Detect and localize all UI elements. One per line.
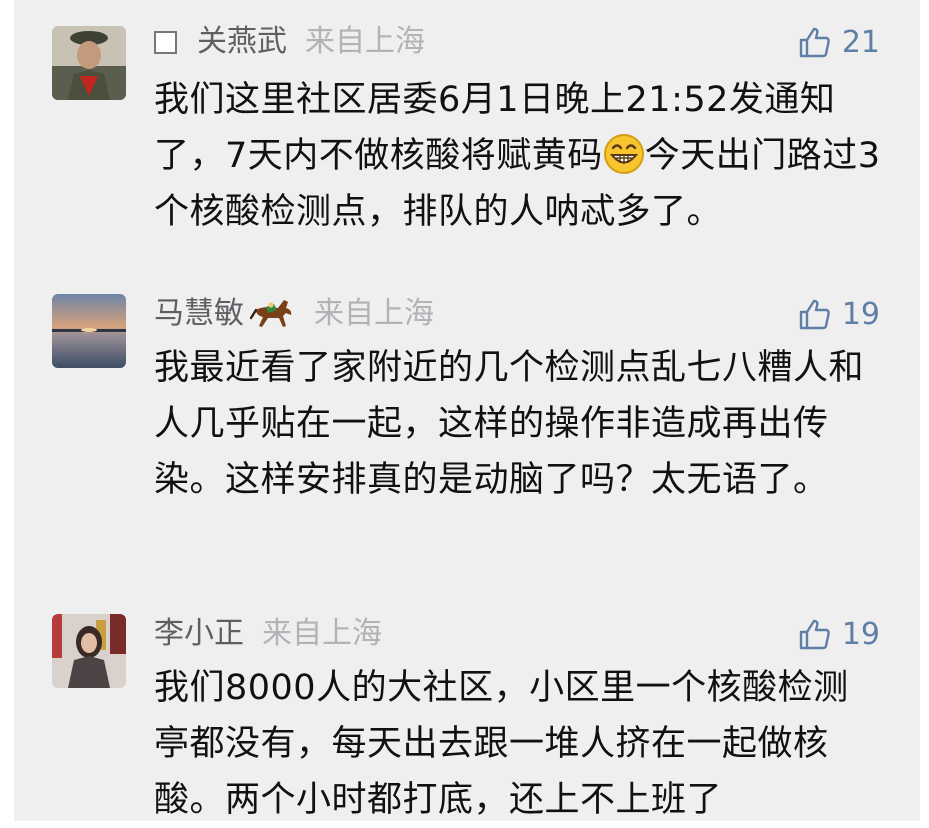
- author-location: 来自上海: [305, 24, 425, 59]
- horse-emoji: [250, 300, 292, 327]
- author-location: 来自上海: [262, 616, 382, 651]
- like-count: 19: [841, 296, 880, 332]
- comment-text: 我们这里社区居委6月1日晚上21:52发通知了，7天内不做核酸将赋黄码 今天出门…: [154, 80, 881, 232]
- author-name[interactable]: 马慧敏: [154, 294, 244, 334]
- comment-text: 我最近看了家附近的几个检测点乱七八糟人和人几乎贴在一起，这样的操作非造成再出传染…: [154, 348, 865, 500]
- like-count: 21: [841, 24, 880, 60]
- comment-text: 我们8000人的大社区，小区里一个核酸检测亭都没有，每天出去跟一堆人挤在一起做核…: [154, 668, 849, 820]
- comment-meta: 马慧敏 来自上海: [154, 294, 434, 334]
- author-location: 来自上海: [314, 296, 434, 331]
- like-button[interactable]: 21: [798, 22, 880, 62]
- avatar[interactable]: [52, 614, 126, 688]
- comment-meta: 关燕武 来自上海: [154, 22, 425, 62]
- author-name[interactable]: 关燕武: [197, 22, 287, 62]
- thumbs-up-icon: [799, 299, 830, 330]
- avatar[interactable]: [52, 26, 126, 100]
- like-button[interactable]: 19: [798, 294, 880, 334]
- avatar[interactable]: [52, 294, 126, 368]
- comment-meta: 李小正 来自上海: [154, 614, 382, 654]
- thumbs-up-icon: [799, 619, 830, 650]
- thumbs-up-icon: [799, 27, 830, 58]
- author-name[interactable]: 李小正: [154, 614, 244, 654]
- comment-list: 关燕武 来自上海 21 我们这里社区居委6月1日晚上21:52发通知了，7天内不…: [14, 0, 920, 821]
- like-count: 19: [841, 616, 880, 652]
- grinning-face-emoji: [603, 134, 644, 174]
- checkbox-icon[interactable]: [154, 30, 177, 54]
- like-button[interactable]: 19: [798, 614, 880, 654]
